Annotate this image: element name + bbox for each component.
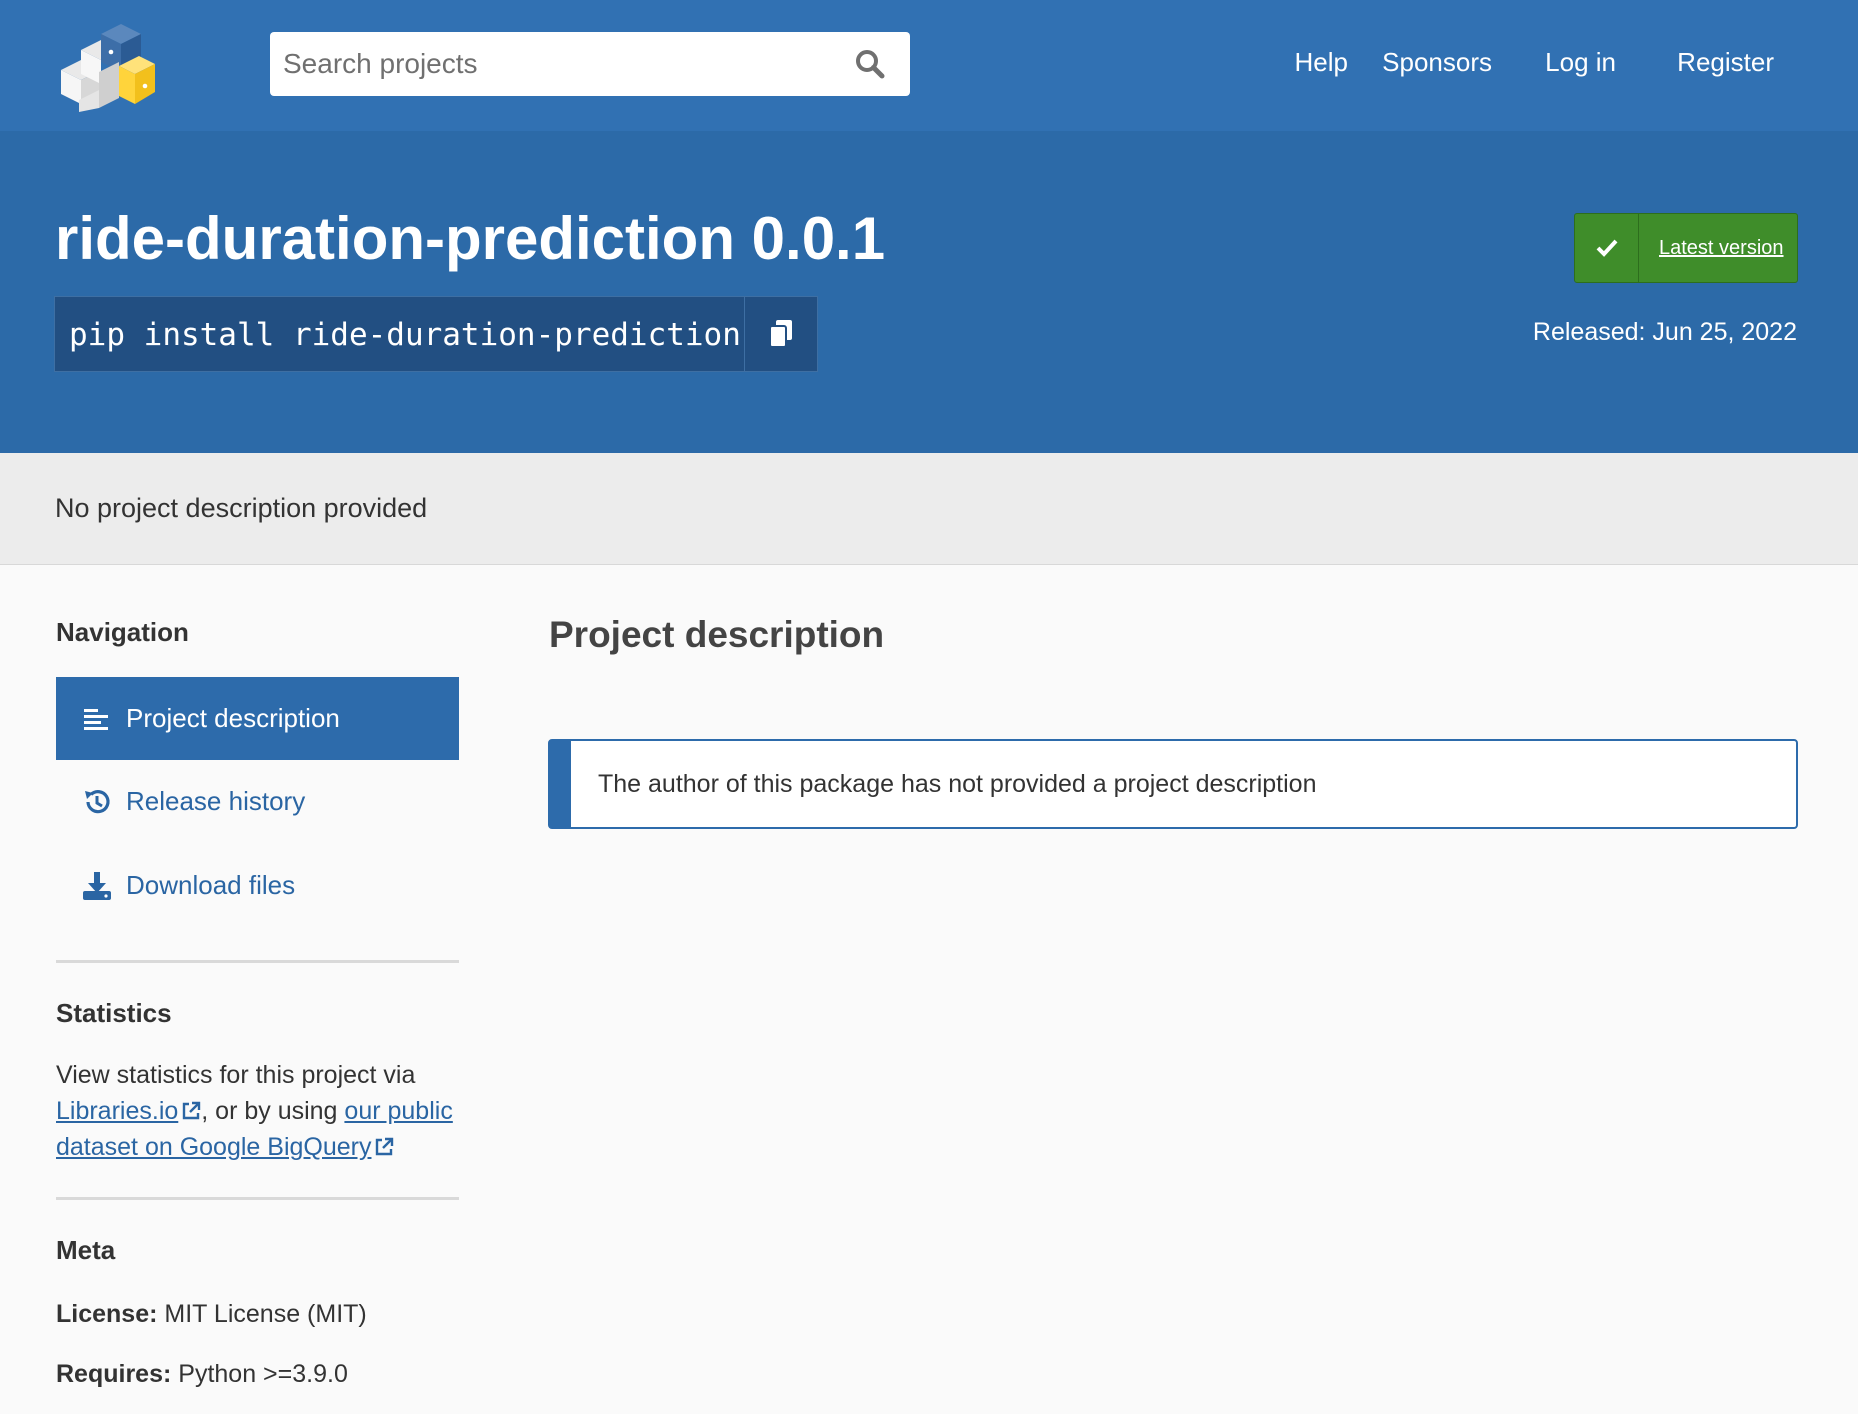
- project-description-heading: Project description: [549, 614, 885, 655]
- statistics-mid: , or by using: [201, 1097, 338, 1125]
- meta-heading: Meta: [56, 1235, 116, 1265]
- package-banner: ride-duration-prediction 0.0.1 pip insta…: [0, 131, 1858, 453]
- sidebar-divider: [56, 1197, 459, 1200]
- pip-command-box: pip install ride-duration-prediction: [54, 296, 818, 372]
- nav-sponsors-link[interactable]: Sponsors: [1382, 40, 1492, 84]
- sidebar-item-label: Download files: [126, 870, 296, 900]
- search-box: [270, 32, 910, 96]
- pypi-logo[interactable]: [53, 12, 161, 112]
- summary-text: No project description provided: [55, 493, 428, 523]
- description-callout: The author of this package has not provi…: [548, 739, 1798, 829]
- nav-register-link[interactable]: Register: [1677, 40, 1774, 84]
- license-value: MIT License (MIT): [164, 1300, 367, 1328]
- navigation-heading: Navigation: [56, 617, 189, 647]
- release-date: Released: Jun 25, 2022: [1532, 318, 1797, 346]
- latest-version-link[interactable]: Latest version: [1659, 214, 1784, 282]
- package-title: ride-duration-prediction 0.0.1: [55, 205, 886, 272]
- sidebar-item-label: Project description: [126, 703, 340, 733]
- sidebar-item-download-files[interactable]: Download files: [56, 844, 459, 927]
- sidebar-item-project-description[interactable]: Project description: [56, 677, 459, 760]
- copy-icon: [769, 320, 792, 348]
- latest-version-badge[interactable]: Latest version: [1574, 213, 1798, 283]
- search-button[interactable]: [830, 32, 910, 96]
- license-label: License:: [56, 1300, 158, 1328]
- requires-value: Python >=3.9.0: [178, 1360, 348, 1388]
- nav-help-link[interactable]: Help: [1295, 40, 1348, 84]
- license-info: License: MIT License (MIT): [56, 1300, 367, 1329]
- search-input[interactable]: [270, 32, 830, 96]
- statistics-heading: Statistics: [56, 998, 172, 1028]
- download-icon: [83, 872, 111, 900]
- statistics-text: View statistics for this project via Lib…: [56, 1057, 459, 1165]
- callout-text: The author of this package has not provi…: [598, 770, 1317, 798]
- history-icon: [85, 790, 110, 814]
- align-left-icon: [84, 709, 108, 730]
- sidebar-divider: [56, 960, 459, 963]
- external-link-icon: [183, 1101, 201, 1120]
- check-icon: [1575, 214, 1639, 282]
- external-link-icon: [376, 1137, 394, 1156]
- copy-button[interactable]: [744, 297, 817, 371]
- statistics-intro: View statistics for this project via: [56, 1061, 416, 1089]
- sidebar-item-release-history[interactable]: Release history: [56, 760, 459, 843]
- site-header: Help Sponsors Log in Register: [0, 0, 1858, 131]
- package-summary: No project description provided: [0, 453, 1858, 565]
- search-icon: [856, 50, 885, 79]
- libraries-io-link[interactable]: Libraries.io: [56, 1097, 201, 1125]
- requires-label: Requires:: [56, 1360, 172, 1388]
- pip-command[interactable]: pip install ride-duration-prediction: [69, 297, 741, 373]
- nav-login-link[interactable]: Log in: [1545, 40, 1616, 84]
- requires-info: Requires: Python >=3.9.0: [56, 1360, 348, 1389]
- sidebar-item-label: Release history: [126, 786, 306, 816]
